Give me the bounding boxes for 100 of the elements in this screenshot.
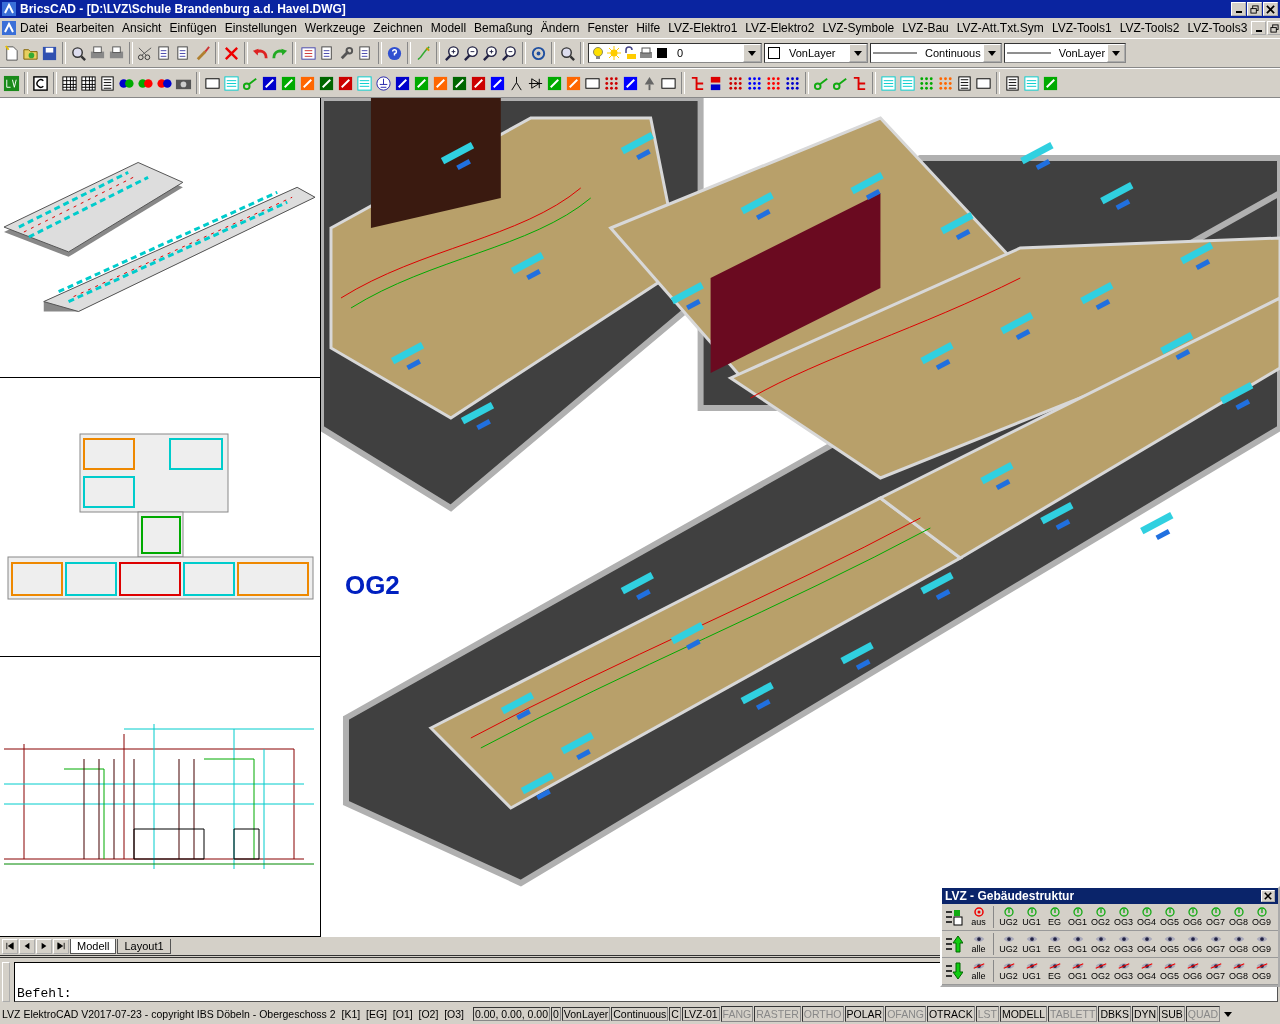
grid-icon[interactable] [80, 74, 97, 92]
floor-button[interactable]: OG4 [1135, 907, 1158, 927]
square-icon[interactable] [318, 74, 335, 92]
dots-icon[interactable] [746, 74, 763, 92]
zoom-in-icon[interactable] [482, 44, 499, 62]
menu-item[interactable]: Einstellungen [220, 21, 301, 35]
down-arrow-icon[interactable] [945, 962, 963, 980]
document-icon[interactable] [1004, 74, 1021, 92]
floor-button[interactable]: OG3 [1112, 934, 1135, 954]
document-icon[interactable] [956, 74, 973, 92]
status-toggle[interactable]: SUB [1159, 1006, 1185, 1022]
magnifier-icon[interactable] [559, 44, 576, 62]
square-icon[interactable] [622, 74, 639, 92]
floor-button[interactable]: OG5 [1158, 934, 1181, 954]
square-icon[interactable] [394, 74, 411, 92]
circle-icon[interactable] [375, 74, 392, 92]
grip-handle[interactable] [2, 962, 10, 1002]
dots-icon[interactable] [727, 74, 744, 92]
menu-item[interactable]: Ansicht [118, 21, 166, 35]
floor-button[interactable]: OG9 [1250, 907, 1273, 927]
zoom-out-icon[interactable] [501, 44, 518, 62]
floor-button[interactable]: OG6 [1181, 934, 1204, 954]
floor-button[interactable]: OG9 [1250, 961, 1273, 981]
menu-item[interactable]: Bemaßung [470, 21, 537, 35]
square-icon[interactable] [489, 74, 506, 92]
branch-icon[interactable] [689, 74, 706, 92]
zoom-out-icon[interactable] [463, 44, 480, 62]
document-icon[interactable] [99, 74, 116, 92]
minimize-button[interactable] [1251, 21, 1267, 35]
floor-button[interactable]: OG3 [1112, 907, 1135, 927]
floor-button[interactable]: UG2 [997, 907, 1020, 927]
brush-icon[interactable] [194, 44, 211, 62]
floor-button[interactable]: OG4 [1135, 961, 1158, 981]
floor-button[interactable]: OG7 [1204, 907, 1227, 927]
minimize-button[interactable] [1231, 2, 1246, 16]
restore-button[interactable] [1247, 2, 1262, 16]
floor-button[interactable]: OG8 [1227, 961, 1250, 981]
menu-item[interactable]: Ändern [536, 21, 584, 35]
dots-icon[interactable] [918, 74, 935, 92]
last-tab-button[interactable] [53, 938, 69, 954]
menu-item[interactable]: Zeichnen [369, 21, 427, 35]
all-floors-button[interactable]: alle [967, 961, 990, 981]
square-icon[interactable] [451, 74, 468, 92]
grid-icon[interactable] [61, 74, 78, 92]
layout-tab[interactable]: Modell [70, 938, 117, 954]
lineweight-dropdown[interactable]: VonLayer [1003, 43, 1127, 63]
first-tab-button[interactable] [2, 938, 18, 954]
floor-button[interactable]: OG7 [1204, 961, 1227, 981]
zoom-in-icon[interactable] [444, 44, 461, 62]
floor-button[interactable]: OG6 [1181, 961, 1204, 981]
floor-button[interactable]: EG [1043, 934, 1066, 954]
floor-button[interactable]: OG1 [1066, 907, 1089, 927]
floor-button[interactable]: OG4 [1135, 934, 1158, 954]
menu-item[interactable]: LVZ-Tools2 [1115, 21, 1184, 35]
previous-tab-button[interactable] [19, 938, 35, 954]
menu-item[interactable]: LVZ-Att.Txt.Sym [952, 21, 1048, 35]
menu-item[interactable]: Werkzeuge [300, 21, 370, 35]
floor-button[interactable]: OG3 [1112, 961, 1135, 981]
menu-item[interactable]: LVZ-Bau [898, 21, 953, 35]
menu-item[interactable]: Datei [16, 21, 52, 35]
orbit-icon[interactable] [530, 44, 547, 62]
branch-icon[interactable] [851, 74, 868, 92]
floor-button[interactable]: EG [1043, 907, 1066, 927]
status-toggle[interactable]: MODELL [999, 1006, 1048, 1022]
letter-box-icon[interactable] [32, 74, 49, 92]
cross-icon[interactable] [223, 44, 240, 62]
floor-button[interactable]: EG [1043, 961, 1066, 981]
floor-button[interactable]: OG6 [1181, 907, 1204, 927]
up-arrow-icon[interactable] [945, 935, 963, 953]
floor-button[interactable]: UG2 [997, 934, 1020, 954]
all-floors-button[interactable]: aus [967, 907, 990, 927]
dots-icon[interactable] [765, 74, 782, 92]
list-icon[interactable] [300, 44, 317, 62]
all-floors-button[interactable]: alle [967, 934, 990, 954]
dots-icon[interactable] [784, 74, 801, 92]
menu-item[interactable]: Fenster [583, 21, 633, 35]
close-button[interactable] [1261, 890, 1275, 902]
floor-button[interactable]: OG2 [1089, 934, 1112, 954]
layer-dropdown[interactable]: 0 [588, 43, 762, 63]
menu-item[interactable]: Bearbeiten [52, 21, 119, 35]
floor-button[interactable]: UG1 [1020, 934, 1043, 954]
floor-button[interactable]: UG1 [1020, 907, 1043, 927]
save-icon[interactable] [41, 44, 58, 62]
wrench-icon[interactable] [338, 44, 355, 62]
linetype-dropdown[interactable]: Continuous [870, 43, 1002, 63]
square-icon[interactable] [261, 74, 278, 92]
new-file-icon[interactable] [3, 44, 20, 62]
status-toggle[interactable]: DYN [1132, 1006, 1159, 1022]
menu-item[interactable]: LVZ-Tools1 [1047, 21, 1116, 35]
restore-button[interactable] [1267, 21, 1280, 35]
status-toggle[interactable]: OTRACK [926, 1006, 975, 1022]
floor-button[interactable]: OG1 [1066, 961, 1089, 981]
dropdown-arrow-icon[interactable] [1223, 1009, 1234, 1019]
dots-icon[interactable] [603, 74, 620, 92]
close-button[interactable] [1263, 2, 1278, 16]
floor-button[interactable]: OG5 [1158, 907, 1181, 927]
status-toggle[interactable]: DBKS [1098, 1006, 1131, 1022]
floor-button[interactable]: UG2 [997, 961, 1020, 981]
floor-button[interactable]: OG9 [1250, 934, 1273, 954]
lvz-icon[interactable] [3, 74, 20, 92]
